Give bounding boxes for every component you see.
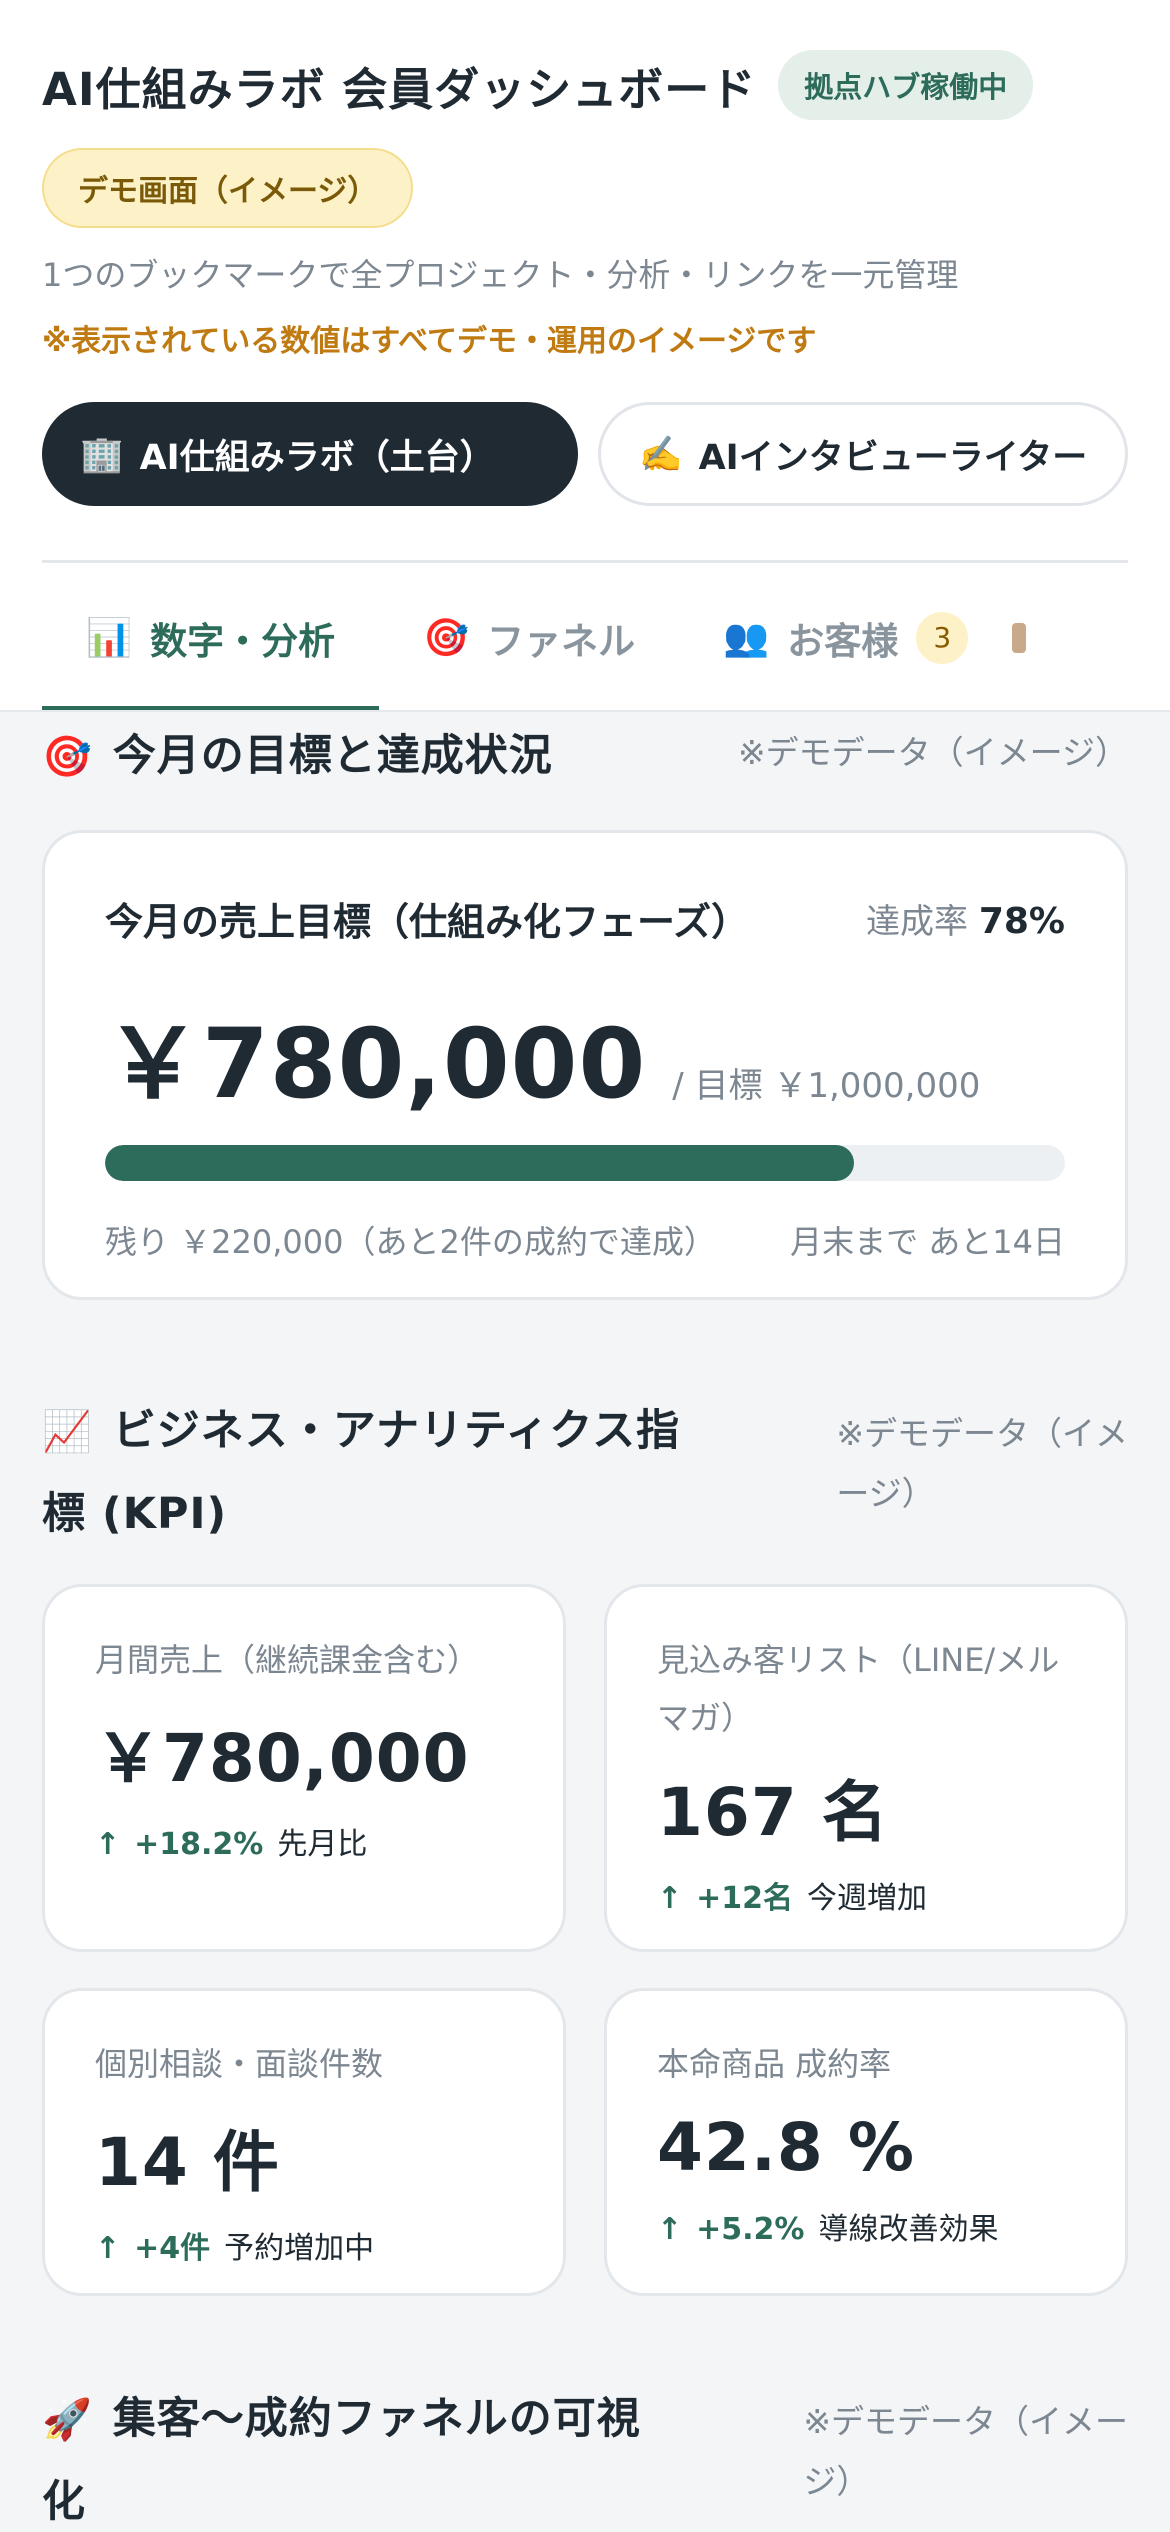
goal-label: 今月の売上目標（仕組み化フェーズ） (105, 900, 750, 944)
kpi-card-prospect-list[interactable]: 見込み客リスト（LINE/メルマガ） 167 名 ↑ +12名 今週増加 (604, 1584, 1128, 1952)
arrow-up-icon: ↑ (657, 1881, 683, 1916)
people-icon: 👥 (723, 615, 770, 659)
tab-more-icon (1012, 622, 1027, 653)
achievement-rate-value: 78% (978, 901, 1065, 942)
funnel-note-line2: ジ） (803, 2462, 870, 2501)
demo-badge: デモ画面（イメージ） (42, 148, 414, 228)
bar-chart-icon: 📊 (86, 615, 133, 659)
building-icon: 🏢 (80, 434, 124, 475)
section-tabs: 📊 数字・分析 🎯 ファネル 👥 お客様 3 (42, 563, 1170, 712)
kpi-delta-text: 導線改善効果 (818, 2212, 999, 2247)
goal-section-title-text: 今月の目標と達成状況 (112, 731, 553, 781)
kpi-value: 14 件 (95, 2124, 280, 2201)
demo-notice: ※表示されている数値はすべてデモ・運用のイメージです (42, 324, 817, 359)
funnel-section-title: 🚀 集客〜成約ファネルの可視 化 (42, 2378, 641, 2532)
kpi-card-consultations[interactable]: 個別相談・面談件数 14 件 ↑ +4件 予約増加中 (42, 1988, 566, 2296)
tab-analytics[interactable]: 📊 数字・分析 (42, 563, 380, 712)
title-row: AI仕組みラボ 会員ダッシュボード 拠点ハブ稼働中 (42, 50, 1128, 120)
arrow-up-icon: ↑ (657, 2212, 683, 2247)
goal-current-amount: ￥780,000 (105, 1008, 647, 1120)
achievement-rate-label: 達成率 (866, 902, 969, 942)
kpi-delta: ↑ +4件 予約増加中 (95, 2223, 513, 2267)
goal-section-title: 🎯 今月の目標と達成状況 (42, 715, 553, 798)
target-icon: 🎯 (423, 615, 470, 659)
monthly-goal-card: 今月の売上目標（仕組み化フェーズ） 達成率 78% ￥780,000 / 目標 … (42, 830, 1128, 1300)
kpi-delta-text: 今週増加 (807, 1881, 928, 1916)
kpi-delta-value: +12名 (696, 1881, 794, 1916)
kpi-card-conversion-rate[interactable]: 本命商品 成約率 42.8 % ↑ +5.2% 導線改善効果 (604, 1988, 1128, 2296)
tab-label: ファネル (487, 619, 636, 663)
kpi-delta: ↑ +5.2% 導線改善効果 (657, 2204, 1075, 2248)
achievement-rate: 達成率 78% (866, 894, 1065, 943)
project-switcher: 🏢 AI仕組みラボ（土台） ✍️ AIインタビューライター (42, 402, 1128, 506)
kpi-section-header: 📈 ビジネス・アナリティクス指 標 (KPI) ※デモデータ（イメ ージ） (42, 1390, 1128, 1555)
goal-progress-fill (105, 1145, 854, 1181)
tab-customers[interactable]: 👥 お客様 3 (679, 563, 1012, 712)
kpi-section-title: 📈 ビジネス・アナリティクス指 標 (KPI) (42, 1390, 680, 1555)
kpi-title-line2: 標 (KPI) (42, 1489, 228, 1539)
kpi-delta-text: 予約増加中 (224, 2231, 375, 2266)
kpi-section-note: ※デモデータ（イメ ージ） (836, 1404, 1128, 1524)
project-pill-ai-lab[interactable]: 🏢 AI仕組みラボ（土台） (42, 402, 578, 506)
goal-progress-bar (105, 1145, 1065, 1181)
funnel-note-line1: ※デモデータ（イメー (803, 2402, 1128, 2441)
kpi-delta-value: +5.2% (696, 2212, 805, 2247)
kpi-label: 見込み客リスト（LINE/メルマガ） (657, 1641, 1060, 1737)
funnel-title-line1: 集客〜成約ファネルの可視 (112, 2394, 641, 2444)
project-pill-label: AIインタビューライター (698, 437, 1088, 478)
kpi-value: ￥780,000 (95, 1720, 470, 1797)
kpi-delta: ↑ +12名 今週増加 (657, 1873, 1075, 1917)
rocket-icon: 🚀 (42, 2397, 93, 2443)
kpi-note-line1: ※デモデータ（イメ (836, 1414, 1128, 1453)
arrow-up-icon: ↑ (95, 2231, 121, 2266)
funnel-title-line2: 化 (42, 2477, 86, 2527)
goal-remaining: 残り ￥220,000（あと2件の成約で達成） (105, 1223, 716, 1261)
tab-funnel[interactable]: 🎯 ファネル (379, 563, 679, 712)
goal-section-header: 🎯 今月の目標と達成状況 ※デモデータ（イメージ） (42, 715, 1128, 798)
kpi-delta-text: 先月比 (277, 1827, 368, 1862)
tab-count-badge: 3 (916, 611, 969, 664)
header-area: AI仕組みラボ 会員ダッシュボード 拠点ハブ稼働中 デモ画面（イメージ） 1つの… (0, 0, 1170, 712)
kpi-label: 個別相談・面談件数 (95, 2045, 384, 2083)
kpi-label: 本命商品 成約率 (657, 2045, 892, 2083)
tab-label: 数字・分析 (150, 619, 336, 663)
kpi-delta-value: +18.2% (134, 1827, 264, 1862)
project-pill-interview-writer[interactable]: ✍️ AIインタビューライター (598, 402, 1128, 506)
goal-section-note: ※デモデータ（イメージ） (738, 733, 1128, 772)
trend-chart-icon: 📈 (42, 1409, 93, 1455)
goal-days-left: 月末まで あと14日 (790, 1223, 1065, 1261)
tab-more[interactable] (1012, 563, 1052, 712)
goal-target-amount: / 目標 ￥1,000,000 (672, 1066, 981, 1106)
kpi-label: 月間売上（継続課金含む） (95, 1641, 480, 1679)
writing-hand-icon: ✍️ (639, 434, 683, 475)
kpi-value: 42.8 % (657, 2109, 915, 2186)
project-pill-label: AI仕組みラボ（土台） (139, 437, 495, 478)
subtitle: 1つのブックマークで全プロジェクト・分析・リンクを一元管理 (42, 256, 959, 294)
kpi-value: 167 名 (657, 1774, 889, 1851)
kpi-delta: ↑ +18.2% 先月比 (95, 1819, 513, 1863)
tabs-border (0, 710, 1170, 712)
kpi-delta-value: +4件 (134, 2231, 211, 2266)
tab-label: お客様 (787, 619, 899, 663)
target-icon: 🎯 (42, 734, 93, 780)
kpi-card-monthly-sales[interactable]: 月間売上（継続課金含む） ￥780,000 ↑ +18.2% 先月比 (42, 1584, 566, 1952)
funnel-section-note: ※デモデータ（イメー ジ） (803, 2392, 1128, 2512)
kpi-note-line2: ージ） (836, 1474, 935, 1513)
arrow-up-icon: ↑ (95, 1827, 121, 1862)
app-title: AI仕組みラボ 会員ダッシュボード (42, 62, 757, 116)
hub-status-badge: 拠点ハブ稼働中 (778, 50, 1034, 120)
kpi-title-line1: ビジネス・アナリティクス指 (112, 1406, 681, 1456)
funnel-section-header: 🚀 集客〜成約ファネルの可視 化 ※デモデータ（イメー ジ） (42, 2378, 1128, 2532)
